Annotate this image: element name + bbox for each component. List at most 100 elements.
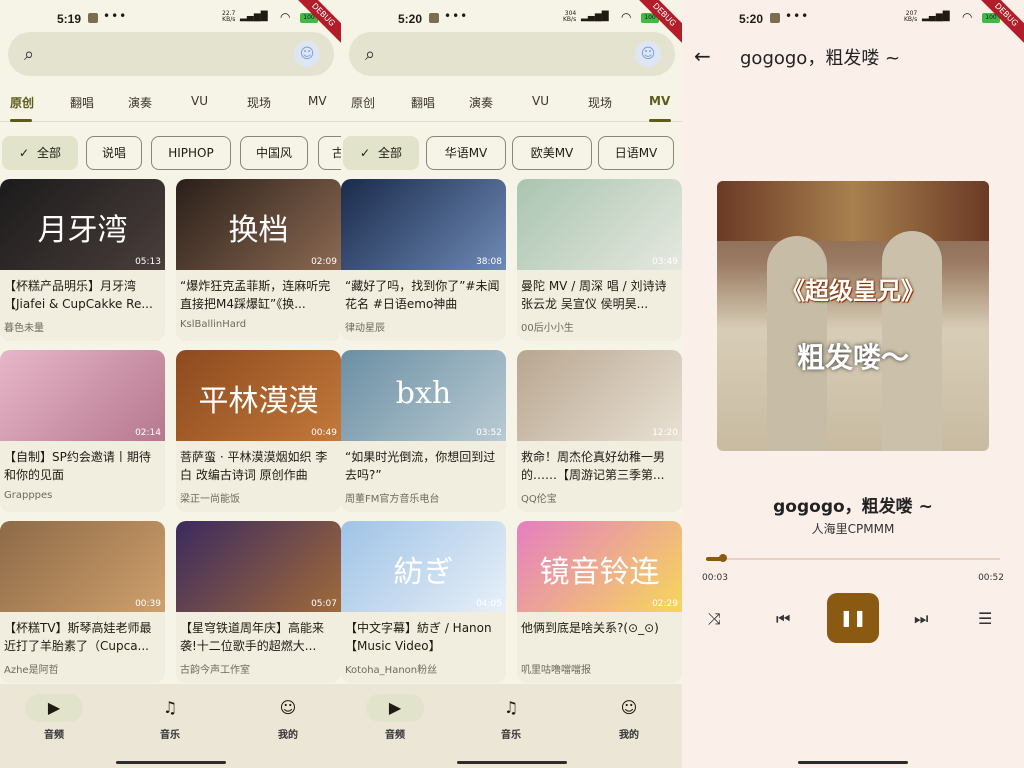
video-thumbnail[interactable]: 月牙湾 05:13 [0,179,165,270]
tab-0[interactable]: 原创 [10,94,34,111]
video-card[interactable]: 12:20 救命！周杰伦真好幼稚一男的……【周游记第三季第... QQ伦宝 [517,350,682,512]
video-author: 古韵今声工作室 [180,665,250,676]
tab-1[interactable]: 翻唱 [70,94,94,111]
tab-3[interactable]: VU [191,94,208,108]
video-card[interactable]: 换档 02:09 “爆炸狂克孟菲斯，连麻听完直接把M4踩爆缸”《换... KslBa… [176,179,341,341]
tab-4[interactable]: 现场 [588,94,612,111]
pause-button[interactable]: ❚❚ [827,593,879,643]
next-icon[interactable]: ⏭ [914,609,928,629]
nav-label: 音乐 [160,730,180,741]
video-card[interactable]: 平林漠漠 00:49 菩萨蛮 · 平林漠漠烟如织 李白 改编古诗词 原创作曲 梁正一… [176,350,341,512]
music-note-icon: ♫ [503,698,519,717]
tab-4[interactable]: 现场 [247,94,271,111]
back-arrow-icon[interactable]: ← [694,44,711,68]
video-duration: 00:49 [311,428,337,438]
artist-name: 人海里CPMMM [811,522,895,536]
signal-icon: ▂▄▆█ [581,12,609,22]
audio-screen-original: 5:19 ••• 22.7 KB/s ▂▄▆█ ◠ 100 DEBUG ⌕ ☺ 原创 翻唱… [0,0,341,768]
video-thumbnail[interactable]: 03:49 [517,179,682,270]
nav-item-0[interactable]: ▶ 音频 [24,694,84,741]
filter-chip[interactable]: ✓ 全部 [343,136,419,170]
filter-chip[interactable]: ✓ 全部 [2,136,78,170]
filter-chip[interactable]: 日语MV [598,136,674,170]
tab-3[interactable]: VU [532,94,549,108]
wifi-icon: ◠ [621,10,632,24]
progress-slider[interactable] [706,554,1000,562]
nav-item-0[interactable]: ▶ 音频 [365,694,425,741]
status-bar: 5:20 ••• 207 KB/s ▂▄▆█ ◠ 100 [682,0,1024,36]
filter-chip[interactable]: 古 [318,136,341,170]
music-note-icon: ♫ [162,698,178,717]
player-title: gogogo，粗发喽 ~ [740,48,901,69]
filter-chip[interactable]: 中国风 [240,136,308,170]
shuffle-icon[interactable]: ⤨ [708,609,721,629]
tab-5[interactable]: MV [649,94,670,108]
video-author: 00后小小生 [521,323,574,334]
nav-label: 音频 [385,730,405,741]
nav-item-1[interactable]: ♫ 音乐 [140,694,200,741]
check-icon: ✓ [359,146,371,160]
video-thumbnail[interactable]: 镜音铃连 02:29 [517,521,682,612]
video-author: Grapppes [4,490,53,501]
video-card[interactable]: 05:07 【星穹铁道周年庆】高能来袭!十二位歌手的超燃大... 古韵今声工作室 [176,521,341,683]
search-icon[interactable]: ⌕ [24,44,34,65]
video-thumbnail[interactable]: 00:39 [0,521,165,612]
nav-item-2[interactable]: ☺ 我的 [599,694,659,741]
video-card[interactable]: 00:39 【杯糕TV】斯琴高娃老师最近打了羊胎素了（Cupca... Azhe是阿… [0,521,165,683]
video-duration: 02:29 [652,599,678,609]
video-author: 周董FM官方音乐电台 [345,494,440,505]
tab-0[interactable]: 原创 [351,94,375,111]
home-indicator [456,761,567,764]
previous-icon[interactable]: ⏮ [776,609,790,629]
video-card[interactable]: 紡ぎ 04:05 【中文字幕】紡ぎ / Hanon【Music Video】 Kot… [341,521,506,683]
search-icon[interactable]: ⌕ [365,44,375,65]
video-card[interactable]: 月牙湾 05:13 【杯糕产品明乐】月牙湾【Jiafei & CupCakke R… [0,179,165,341]
video-thumbnail[interactable]: 02:14 [0,350,165,441]
wifi-icon: ◠ [962,10,973,24]
video-card[interactable]: 镜音铃连 02:29 他俩到底是啥关系?(⊙_⊙) 叽里咕噜噹噹报 [517,521,682,683]
video-author: 律动星辰 [345,323,385,334]
tab-5[interactable]: MV [308,94,327,108]
search-bar[interactable]: ⌕ ☺ [8,32,334,76]
tab-indicator [10,119,32,122]
video-author: 暮色未量 [4,323,44,334]
video-thumbnail[interactable]: 05:07 [176,521,341,612]
nav-item-2[interactable]: ☺ 我的 [258,694,318,741]
filter-chips: ✓ 全部 说唱 HIPHOP 中国风古 [0,136,341,170]
filter-chips: ✓ 全部 华语MV 欧美MV 日语MV [341,136,682,170]
category-tabs: 原创 翻唱 演奏 VU 现场 MV [341,86,682,122]
search-bar[interactable]: ⌕ ☺ [349,32,675,76]
playlist-icon[interactable]: ☰ [978,609,992,628]
bottom-nav: ▶ 音频 ♫ 音乐 ☺ 我的 [0,684,341,768]
status-bar: 5:19 ••• 22.7 KB/s ▂▄▆█ ◠ 100 [0,0,341,36]
avatar[interactable]: ☺ [294,41,320,67]
key-icon [770,13,780,23]
thumbnail-text: 镜音铃连 [539,555,660,590]
filter-chip[interactable]: 欧美MV [512,136,592,170]
filter-chip[interactable]: 说唱 [86,136,142,170]
video-duration: 38:08 [476,257,502,267]
progress-knob[interactable] [719,554,728,562]
thumbnail-text: 月牙湾 [37,213,128,248]
video-card[interactable]: 02:14 【自制】SP约会邀请丨期待和你的见面 Grapppes [0,350,165,512]
video-thumbnail[interactable]: 平林漠漠 00:49 [176,350,341,441]
tab-1[interactable]: 翻唱 [411,94,435,111]
video-thumbnail[interactable]: 12:20 [517,350,682,441]
nav-item-1[interactable]: ♫ 音乐 [481,694,541,741]
video-thumbnail[interactable]: 38:08 [341,179,506,270]
video-thumbnail[interactable]: 紡ぎ 04:05 [341,521,506,612]
wifi-icon: ◠ [280,10,291,24]
home-indicator [115,761,226,764]
video-thumbnail[interactable]: 换档 02:09 [176,179,341,270]
tab-2[interactable]: 演奏 [469,94,493,111]
tab-2[interactable]: 演奏 [128,94,152,111]
video-card[interactable]: 38:08 “藏好了吗，找到你了”#未闻花名 #日语emo神曲 律动星辰 [341,179,506,341]
filter-chip[interactable]: 华语MV [426,136,506,170]
video-card[interactable]: 03:49 曼陀 MV / 周深 唱 / 刘诗诗 张云龙 吴宣仪 侯明昊... 00… [517,179,682,341]
home-indicator [798,761,908,764]
video-card[interactable]: bxh 03:52 “如果时光倒流，你想回到过去吗?” 周董FM官方音乐电台 [341,350,506,512]
filter-chip[interactable]: HIPHOP [151,136,231,170]
avatar[interactable]: ☺ [635,41,661,67]
video-title: 他俩到底是啥关系?(⊙_⊙) [521,621,659,635]
video-thumbnail[interactable]: bxh 03:52 [341,350,506,441]
